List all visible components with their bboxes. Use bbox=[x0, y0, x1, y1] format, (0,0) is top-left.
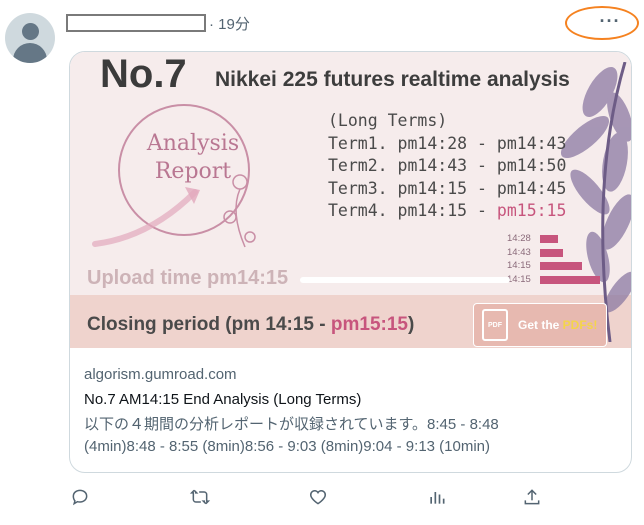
share-icon bbox=[524, 489, 540, 505]
views-button[interactable] bbox=[424, 484, 450, 510]
term-end: pm15:15 bbox=[496, 201, 567, 220]
mini-bar bbox=[540, 262, 582, 270]
pdf-text: Get the PDFs! bbox=[518, 318, 597, 332]
retweet-icon bbox=[189, 489, 211, 505]
term-row: Term3. pm14:15 - pm14:45 bbox=[328, 178, 566, 201]
more-icon: ··· bbox=[599, 10, 621, 31]
image-headline: Nikkei 225 futures realtime analysis bbox=[215, 68, 570, 91]
post-header: · 19分 bbox=[66, 12, 250, 34]
mini-bar bbox=[540, 235, 558, 243]
redacted-username[interactable] bbox=[66, 14, 206, 32]
reply-icon bbox=[72, 489, 88, 506]
upload-time: Upload time pm14:15 bbox=[87, 267, 289, 289]
mini-time: 14:15 bbox=[507, 273, 531, 285]
closing-tail: ) bbox=[407, 314, 415, 335]
term-label: Term4. pm14:15 - bbox=[328, 201, 497, 220]
card-description-line: 以下の４期間の分析レポートが収録されています。8:45 - 8:48 bbox=[84, 416, 499, 433]
mini-chart-bars bbox=[540, 235, 600, 289]
mini-chart-times: 14:28 14:43 14:15 14:15 bbox=[507, 232, 531, 286]
term-end: pm14:43 bbox=[496, 133, 567, 153]
report-line-1: Analysis bbox=[146, 131, 240, 156]
term-row: Term4. pm14:15 - pm15:15 bbox=[328, 200, 566, 223]
mini-time: 14:15 bbox=[507, 260, 531, 271]
views-icon bbox=[430, 492, 445, 504]
card-meta: algorism.gumroad.com No.7 AM14:15 End An… bbox=[84, 365, 619, 458]
card-domain: algorism.gumroad.com bbox=[84, 366, 237, 383]
mini-time: 14:28 bbox=[507, 233, 531, 244]
mini-bar bbox=[540, 248, 563, 257]
post: · 19分 ··· No.7 Nikkei 225 futures realti… bbox=[0, 0, 644, 525]
term-label: Term3. pm14:15 - bbox=[328, 178, 497, 198]
avatar-head-shape bbox=[22, 23, 39, 40]
closing-label: Closing period (pm 14:15 - bbox=[87, 314, 331, 335]
card-description-line: (4min)8:48 - 8:55 (8min)8:56 - 9:03 (8mi… bbox=[84, 438, 491, 455]
share-button[interactable] bbox=[519, 484, 545, 510]
avatar-body-shape bbox=[13, 43, 47, 63]
retweet-button[interactable] bbox=[187, 484, 213, 510]
term-row: Term2. pm14:43 - pm14:50 bbox=[328, 155, 566, 178]
like-icon bbox=[309, 489, 327, 505]
mini-time: 14:43 bbox=[507, 246, 531, 258]
closing-end: pm15:15 bbox=[330, 314, 408, 335]
card-description: 以下の４期間の分析レポートが収録されています。8:45 - 8:48 (4min… bbox=[84, 414, 619, 458]
image-number: No.7 bbox=[100, 52, 187, 96]
term-label: Term2. pm14:43 - bbox=[328, 156, 497, 175]
pdf-text-highlight: PDFs! bbox=[562, 318, 598, 332]
term-end: pm14:45 bbox=[496, 178, 567, 198]
avatar[interactable] bbox=[5, 13, 55, 63]
mini-bar bbox=[540, 275, 600, 284]
term-row: Term1. pm14:28 - pm14:43 bbox=[328, 133, 566, 156]
closing-period: Closing period (pm 14:15 - pm15:15) bbox=[87, 314, 414, 336]
terms-heading: (Long Terms) bbox=[328, 111, 448, 130]
reply-button[interactable] bbox=[67, 484, 93, 510]
link-card[interactable]: No.7 Nikkei 225 futures realtime analysi… bbox=[69, 51, 632, 473]
terms-list: (Long Terms) Term1. pm14:28 - pm14:43 Te… bbox=[328, 110, 566, 223]
report-title: Analysis Report bbox=[138, 130, 248, 186]
pdf-icon: PDF bbox=[482, 309, 508, 341]
like-button[interactable] bbox=[305, 484, 331, 510]
upload-progress-bar bbox=[300, 277, 510, 283]
post-time[interactable]: · 19分 bbox=[209, 13, 250, 34]
pdf-text-main: Get the bbox=[518, 318, 563, 332]
term-label: Term1. pm14:28 - bbox=[328, 133, 497, 153]
more-options-button[interactable]: ··· bbox=[565, 6, 643, 42]
report-line-2: Report bbox=[154, 159, 232, 184]
card-image[interactable]: No.7 Nikkei 225 futures realtime analysi… bbox=[70, 52, 631, 348]
get-pdfs-banner: PDF Get the PDFs! bbox=[473, 303, 607, 347]
action-bar bbox=[0, 484, 644, 510]
term-end: pm14:50 bbox=[496, 156, 567, 175]
card-title: No.7 AM14:15 End Analysis (Long Terms) bbox=[84, 391, 362, 408]
